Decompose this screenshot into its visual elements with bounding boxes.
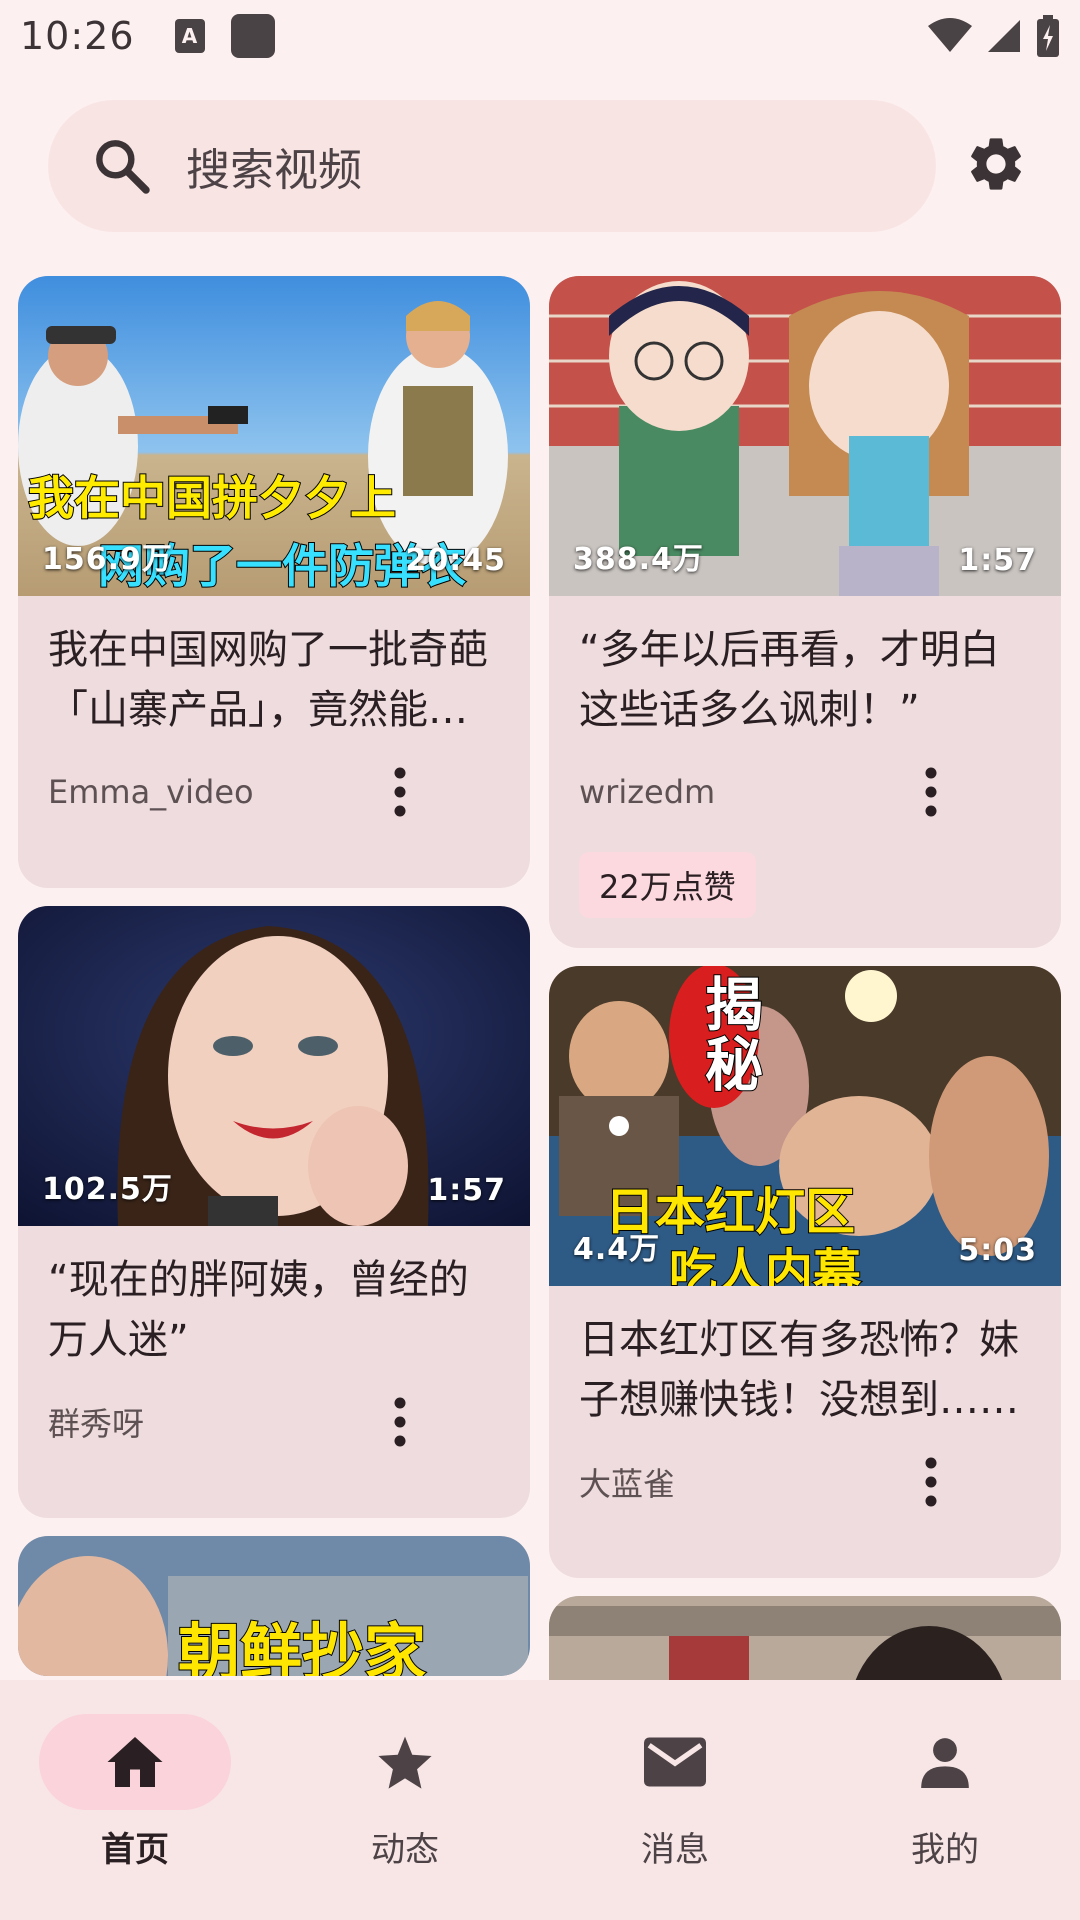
- author-name[interactable]: Emma_video: [48, 773, 370, 811]
- settings-button[interactable]: [960, 128, 1032, 200]
- more-options-button[interactable]: [901, 1442, 961, 1522]
- video-title[interactable]: 我在中国网购了一批奇葩「山寨产品」，竟然能用上？: [48, 620, 500, 740]
- video-title[interactable]: “多年以后再看，才明白这些话多么讽刺！”: [579, 620, 1031, 740]
- search-icon: [96, 140, 150, 194]
- status-icons: [928, 15, 1060, 57]
- nav-profile-label: 我的: [911, 1830, 979, 1870]
- nav-home[interactable]: 首页: [0, 1680, 270, 1920]
- video-card[interactable]: [549, 1596, 1061, 1680]
- card-padding: [18, 1474, 530, 1518]
- video-thumbnail[interactable]: 388.4万 1:57: [549, 276, 1061, 596]
- thumbnail-overlay-text: 朝鲜抄家: [177, 1615, 427, 1676]
- video-card[interactable]: 揭秘 日本红灯区 吃人内幕 4.4万 5:03 日本红灯区有多恐怖？妹子想赚快钱…: [549, 966, 1061, 1578]
- like-count-badge: 22万点赞: [579, 852, 756, 918]
- more-vert-icon: [394, 1397, 406, 1447]
- duration: 1:57: [958, 543, 1037, 578]
- app-square-icon: [230, 14, 275, 58]
- thumbnail-overlay-vertical: 揭秘: [694, 973, 764, 1095]
- status-bar: 10:26 A: [0, 0, 1080, 72]
- author-name[interactable]: 群秀呀: [48, 1399, 370, 1445]
- card-meta: wrizedm: [549, 740, 1061, 844]
- more-vert-icon: [394, 767, 406, 817]
- author-name[interactable]: wrizedm: [579, 773, 901, 811]
- search-input[interactable]: 搜索视频: [48, 100, 936, 232]
- nav-activity-pill: [309, 1714, 501, 1810]
- video-card[interactable]: 我在中国拼夕夕上 网购了一件防弹衣 156.9万 20:45 我在中国网购了一批…: [18, 276, 530, 888]
- nav-profile-pill: [849, 1714, 1041, 1810]
- duration: 5:03: [958, 1233, 1037, 1268]
- video-thumbnail[interactable]: 102.5万 1:57: [18, 906, 530, 1226]
- card-meta: 群秀呀: [18, 1370, 530, 1474]
- view-count: 102.5万: [42, 1172, 173, 1207]
- gear-icon: [971, 138, 1021, 190]
- nav-profile[interactable]: 我的: [810, 1680, 1080, 1920]
- thumbnail-overlay-text-2: 吃人内幕: [668, 1243, 862, 1286]
- keyboard-a-icon: A: [174, 19, 205, 53]
- battery-icon: [1037, 15, 1059, 57]
- author-name[interactable]: 大蓝雀: [579, 1459, 901, 1505]
- more-vert-icon: [925, 1457, 937, 1507]
- video-feed[interactable]: 我在中国拼夕夕上 网购了一件防弹衣 156.9万 20:45 我在中国网购了一批…: [0, 276, 1080, 1680]
- thumbnail-overlay-text-1: 我在中国拼夕夕上: [27, 470, 397, 526]
- mail-icon: [644, 1737, 706, 1787]
- card-padding: [549, 918, 1061, 948]
- view-count: 388.4万: [573, 542, 704, 577]
- video-thumbnail[interactable]: [549, 1596, 1061, 1680]
- card-meta: 大蓝雀: [549, 1430, 1061, 1534]
- video-thumbnail[interactable]: 揭秘 日本红灯区 吃人内幕 4.4万 5:03: [549, 966, 1061, 1286]
- card-padding: [549, 1534, 1061, 1578]
- person-icon: [921, 1738, 969, 1788]
- card-meta: Emma_video: [18, 740, 530, 844]
- video-card[interactable]: 朝鲜抄家: [18, 1536, 530, 1676]
- card-padding: [18, 844, 530, 888]
- duration: 1:57: [427, 1173, 506, 1208]
- more-options-button[interactable]: [370, 1382, 430, 1462]
- nav-activity[interactable]: 动态: [270, 1680, 540, 1920]
- video-title[interactable]: “现在的胖阿姨，曾经的万人迷”: [48, 1250, 500, 1370]
- video-thumbnail[interactable]: 朝鲜抄家: [18, 1536, 530, 1676]
- view-count: 4.4万: [573, 1232, 661, 1267]
- feed-column-right: 388.4万 1:57 “多年以后再看，才明白这些话多么讽刺！” wrizedm…: [549, 276, 1061, 1680]
- view-count: 156.9万: [42, 542, 173, 577]
- duration: 20:45: [405, 543, 506, 578]
- nav-home-label: 首页: [101, 1830, 169, 1870]
- video-card[interactable]: 102.5万 1:57 “现在的胖阿姨，曾经的万人迷” 群秀呀: [18, 906, 530, 1518]
- search-row: 搜索视频: [0, 100, 1080, 234]
- nav-messages[interactable]: 消息: [540, 1680, 810, 1920]
- thumbnail-image: [549, 1596, 1061, 1680]
- search-placeholder: 搜索视频: [186, 145, 362, 196]
- feed-column-left: 我在中国拼夕夕上 网购了一件防弹衣 156.9万 20:45 我在中国网购了一批…: [18, 276, 530, 1676]
- more-options-button[interactable]: [370, 752, 430, 832]
- more-vert-icon: [925, 767, 937, 817]
- bottom-navigation: 首页 动态 消息 我的: [0, 1680, 1080, 1920]
- video-thumbnail[interactable]: 我在中国拼夕夕上 网购了一件防弹衣 156.9万 20:45: [18, 276, 530, 596]
- video-title[interactable]: 日本红灯区有多恐怖？妹子想赚快钱！没想到……: [579, 1310, 1031, 1430]
- signal-icon: [988, 20, 1020, 52]
- nav-activity-label: 动态: [371, 1830, 439, 1870]
- star-icon: [378, 1736, 432, 1789]
- video-card[interactable]: 388.4万 1:57 “多年以后再看，才明白这些话多么讽刺！” wrizedm…: [549, 276, 1061, 948]
- nav-messages-label: 消息: [641, 1830, 709, 1870]
- nav-messages-pill: [579, 1714, 771, 1810]
- more-options-button[interactable]: [901, 752, 961, 832]
- wifi-icon: [928, 18, 972, 52]
- nav-home-pill: [39, 1714, 231, 1810]
- status-time: 10:26: [20, 14, 135, 58]
- home-icon: [107, 1737, 163, 1787]
